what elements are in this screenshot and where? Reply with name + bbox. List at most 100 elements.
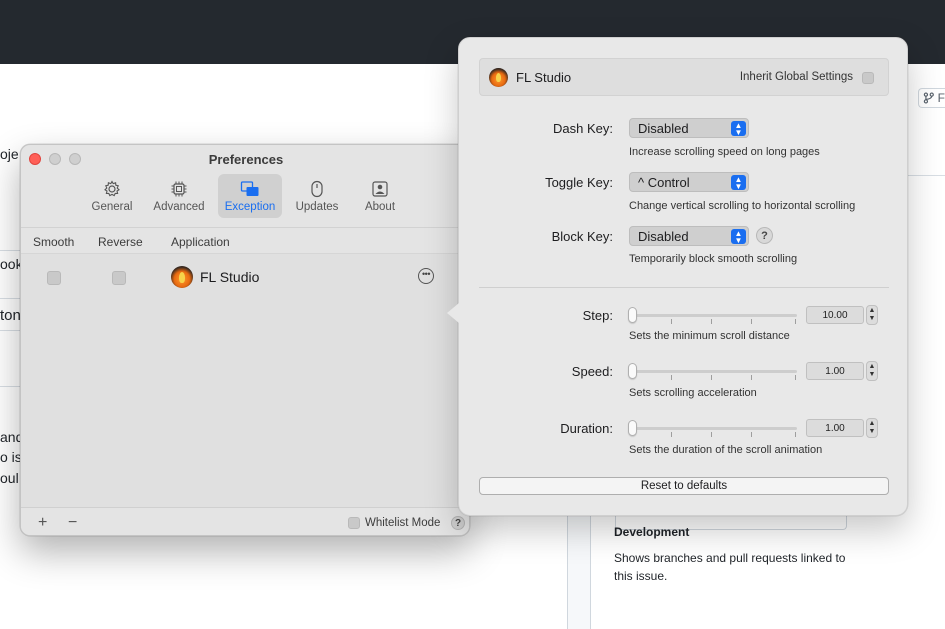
tab-general[interactable]: General: [89, 174, 135, 218]
development-text: Shows branches and pull requests linked …: [614, 551, 846, 565]
popover-arrow: [447, 303, 459, 323]
slider-tick: [751, 432, 752, 437]
popover-app-header: FL Studio Inherit Global Settings: [479, 58, 889, 96]
speed-slider-knob[interactable]: [628, 363, 637, 379]
popover-app-name: FL Studio: [516, 69, 572, 85]
dash-key-hint: Increase scrolling speed on long pages: [629, 146, 820, 158]
toggle-key-hint: Change vertical scrolling to horizontal …: [629, 200, 856, 212]
fl-studio-app-icon: [489, 67, 508, 87]
speed-stepper[interactable]: ▲ ▼: [866, 361, 878, 381]
development-text: this issue.: [614, 569, 668, 583]
tab-exception[interactable]: Exception: [218, 174, 282, 218]
step-slider-knob[interactable]: [628, 307, 637, 323]
block-key-label: Block Key:: [551, 229, 613, 244]
block-key-select[interactable]: Disabled ▲ ▼: [629, 226, 749, 246]
help-button[interactable]: ?: [451, 516, 465, 530]
duration-slider[interactable]: [628, 420, 797, 437]
about-person-icon: [370, 180, 390, 198]
remove-exception-button[interactable]: −: [68, 514, 77, 532]
column-reverse[interactable]: Reverse: [98, 235, 143, 249]
block-key-value: Disabled: [638, 229, 689, 244]
bg-divider: [0, 298, 20, 299]
inherit-global-checkbox[interactable]: [862, 72, 874, 84]
branch-label: F: [937, 91, 945, 105]
tab-about[interactable]: About: [357, 174, 403, 218]
step-stepper[interactable]: ▲ ▼: [866, 305, 878, 325]
block-key-help-button[interactable]: ?: [756, 227, 773, 244]
add-exception-button[interactable]: +: [38, 514, 47, 532]
dash-key-select[interactable]: Disabled ▲ ▼: [629, 118, 749, 138]
bg-text-fragment: ton: [0, 307, 21, 324]
preferences-footer: + − Whitelist Mode ?: [21, 507, 469, 535]
column-smooth[interactable]: Smooth: [33, 235, 74, 249]
slider-tick: [795, 432, 796, 437]
exception-table-body: FL Studio •••: [21, 253, 469, 507]
speed-slider[interactable]: [628, 363, 797, 380]
exception-windows-icon: [240, 180, 260, 198]
preferences-window: Preferences General Advanced Exception U…: [20, 144, 470, 536]
slider-tick: [795, 375, 796, 380]
slider-tick: [711, 432, 712, 437]
slider-tick: [671, 375, 672, 380]
app-name: FL Studio: [200, 269, 260, 285]
chip-icon: [169, 180, 189, 198]
bg-divider: [0, 330, 20, 331]
duration-value-field[interactable]: 1.00: [806, 419, 864, 437]
chevron-updown-icon: ▲ ▼: [731, 229, 746, 245]
chevron-updown-icon: ▲ ▼: [731, 121, 746, 137]
fl-studio-app-icon: [171, 266, 193, 288]
reverse-checkbox[interactable]: [112, 271, 126, 285]
updates-icon: [307, 180, 327, 198]
bg-text-fragment: oul: [0, 470, 19, 486]
step-label: Step:: [582, 308, 613, 323]
slider-tick: [671, 319, 672, 324]
whitelist-mode-checkbox[interactable]: [348, 517, 360, 529]
bg-text-fragment: o is: [0, 449, 22, 465]
window-title: Preferences: [208, 152, 284, 167]
slider-tick: [711, 375, 712, 380]
toggle-key-label: Toggle Key:: [545, 175, 613, 190]
table-row[interactable]: FL Studio: [171, 266, 259, 288]
development-heading: Development: [614, 525, 690, 539]
tab-updates[interactable]: Updates: [291, 174, 343, 218]
inherit-global-label: Inherit Global Settings: [739, 71, 853, 83]
duration-hint: Sets the duration of the scroll animatio…: [629, 444, 823, 456]
scroll-gutter: [567, 500, 591, 629]
speed-hint: Sets scrolling acceleration: [629, 387, 757, 399]
reset-to-defaults-button[interactable]: Reset to defaults: [479, 477, 889, 495]
speed-label: Speed:: [571, 364, 613, 379]
step-hint: Sets the minimum scroll distance: [629, 330, 790, 342]
gear-icon: [102, 180, 122, 198]
duration-label: Duration:: [560, 421, 613, 436]
step-slider[interactable]: [628, 307, 797, 324]
slider-tick: [751, 375, 752, 380]
block-key-hint: Temporarily block smooth scrolling: [629, 253, 798, 265]
chevron-updown-icon: ▲ ▼: [731, 175, 746, 191]
more-options-button[interactable]: •••: [418, 268, 434, 284]
branch-button[interactable]: F: [918, 88, 945, 108]
dash-key-value: Disabled: [638, 121, 689, 136]
bg-divider: [908, 175, 945, 176]
popover-divider: [479, 287, 889, 288]
whitelist-mode-label: Whitelist Mode: [365, 517, 441, 529]
tab-general-label: General: [91, 201, 133, 213]
bg-divider: [0, 386, 20, 387]
step-value-field[interactable]: 10.00: [806, 306, 864, 324]
duration-stepper[interactable]: ▲ ▼: [866, 418, 878, 438]
bg-divider: [0, 250, 20, 251]
smooth-checkbox[interactable]: [47, 271, 61, 285]
column-application[interactable]: Application: [171, 235, 230, 249]
slider-tick: [671, 432, 672, 437]
duration-slider-knob[interactable]: [628, 420, 637, 436]
speed-value-field[interactable]: 1.00: [806, 362, 864, 380]
tab-advanced[interactable]: Advanced: [149, 174, 209, 218]
branch-icon: [923, 92, 934, 104]
tab-exception-label: Exception: [224, 201, 276, 213]
dash-key-label: Dash Key:: [553, 121, 613, 136]
toggle-key-select[interactable]: ^ Control ▲ ▼: [629, 172, 749, 192]
exception-table-header: Smooth Reverse Application: [21, 227, 469, 253]
tab-advanced-label: Advanced: [153, 201, 205, 213]
toggle-key-value: ^ Control: [638, 175, 690, 190]
tab-about-label: About: [364, 201, 396, 213]
slider-tick: [751, 319, 752, 324]
